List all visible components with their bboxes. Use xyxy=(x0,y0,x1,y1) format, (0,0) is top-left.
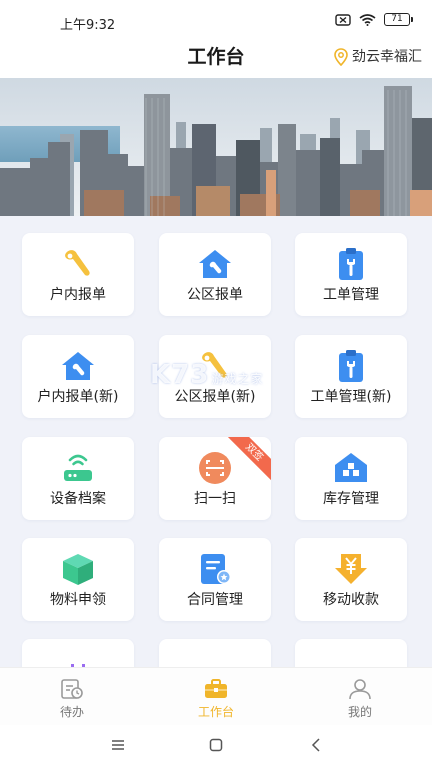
city-banner xyxy=(0,78,432,216)
tile-scan[interactable]: 扫一扫 双签 xyxy=(159,437,271,520)
tile-inventory-manage[interactable]: 库存管理 xyxy=(295,437,407,520)
tile-label: 设备档案 xyxy=(50,491,106,507)
clipboard-wrench-icon xyxy=(333,247,369,281)
tab-todo[interactable]: 待办 xyxy=(0,668,144,725)
calendar-icon xyxy=(60,653,96,667)
watermark-logo: K73 游戏之家 xyxy=(150,360,264,390)
tab-label: 工作台 xyxy=(197,705,234,719)
house-wrench-icon xyxy=(60,349,96,383)
location-label: 劲云幸福汇 xyxy=(352,49,422,65)
tab-workbench[interactable]: 工作台 xyxy=(144,668,288,725)
tile-contract-manage[interactable]: 合同管理 xyxy=(159,538,271,621)
wifi-icon xyxy=(359,13,376,26)
tile-workorder-manage[interactable]: 工单管理 xyxy=(295,233,407,316)
header: 工作台 劲云幸福汇 xyxy=(0,44,432,80)
todo-icon xyxy=(61,679,83,699)
yen-arrow-icon xyxy=(333,552,369,586)
tile-mobile-payment[interactable]: 移动收款 xyxy=(295,538,407,621)
tile-partial[interactable] xyxy=(159,639,271,667)
location-selector[interactable]: 劲云幸福汇 xyxy=(334,46,422,68)
mute-icon xyxy=(335,13,351,26)
tile-label: 移动收款 xyxy=(323,592,379,608)
tile-label: 户内报单(新) xyxy=(37,389,119,405)
briefcase-icon xyxy=(205,679,227,698)
tile-label: 工单管理 xyxy=(323,287,379,303)
tile-material-request[interactable]: 物料申领 xyxy=(22,538,134,621)
user-icon xyxy=(349,679,371,700)
tile-workorder-manage-new[interactable]: 工单管理(新) xyxy=(295,335,407,418)
home-icon[interactable] xyxy=(209,737,223,753)
warehouse-icon xyxy=(333,451,369,485)
status-icons: 71 xyxy=(335,13,413,26)
bottom-tab-bar: 待办 工作台 我的 xyxy=(0,667,432,725)
battery-icon: 71 xyxy=(384,13,413,26)
sun-icon xyxy=(333,653,369,667)
house-wrench-icon xyxy=(197,247,233,281)
tile-public-report[interactable]: 公区报单 xyxy=(159,233,271,316)
tile-partial[interactable] xyxy=(22,639,134,667)
wrench-icon xyxy=(60,247,96,281)
function-grid: 户内报单 公区报单 工单管理 户内报单(新) 公区报单(新) 工单管理(新) 设… xyxy=(0,216,432,667)
box-icon xyxy=(60,552,96,586)
clipboard-wrench-icon xyxy=(333,349,369,383)
menu-icon[interactable] xyxy=(110,737,126,753)
contract-icon xyxy=(197,552,233,586)
router-icon xyxy=(60,451,96,485)
tile-label: 工单管理(新) xyxy=(310,389,392,405)
tab-label: 我的 xyxy=(347,705,372,719)
tab-mine[interactable]: 我的 xyxy=(288,668,432,725)
back-icon[interactable] xyxy=(310,737,322,753)
tile-label: 库存管理 xyxy=(323,491,379,507)
tile-equipment-archive[interactable]: 设备档案 xyxy=(22,437,134,520)
status-time: 上午9:32 xyxy=(60,18,116,33)
tile-indoor-report-new[interactable]: 户内报单(新) xyxy=(22,335,134,418)
tab-label: 待办 xyxy=(59,705,84,719)
tile-label: 户内报单 xyxy=(50,287,106,303)
location-pin-icon xyxy=(334,48,348,66)
tile-label: 物料申领 xyxy=(50,592,106,608)
tile-label: 合同管理 xyxy=(187,592,243,608)
dual-sign-badge: 双签 xyxy=(223,437,271,485)
city-skyline-image xyxy=(0,78,432,216)
tile-label: 公区报单 xyxy=(187,287,243,303)
tile-label: 扫一扫 xyxy=(194,491,236,507)
system-nav-bar xyxy=(0,725,432,768)
status-bar: 上午9:32 71 xyxy=(0,0,432,44)
tile-label: 公区报单(新) xyxy=(174,389,256,405)
tile-indoor-report[interactable]: 户内报单 xyxy=(22,233,134,316)
bar-chart-icon xyxy=(197,653,233,667)
tile-partial[interactable] xyxy=(295,639,407,667)
